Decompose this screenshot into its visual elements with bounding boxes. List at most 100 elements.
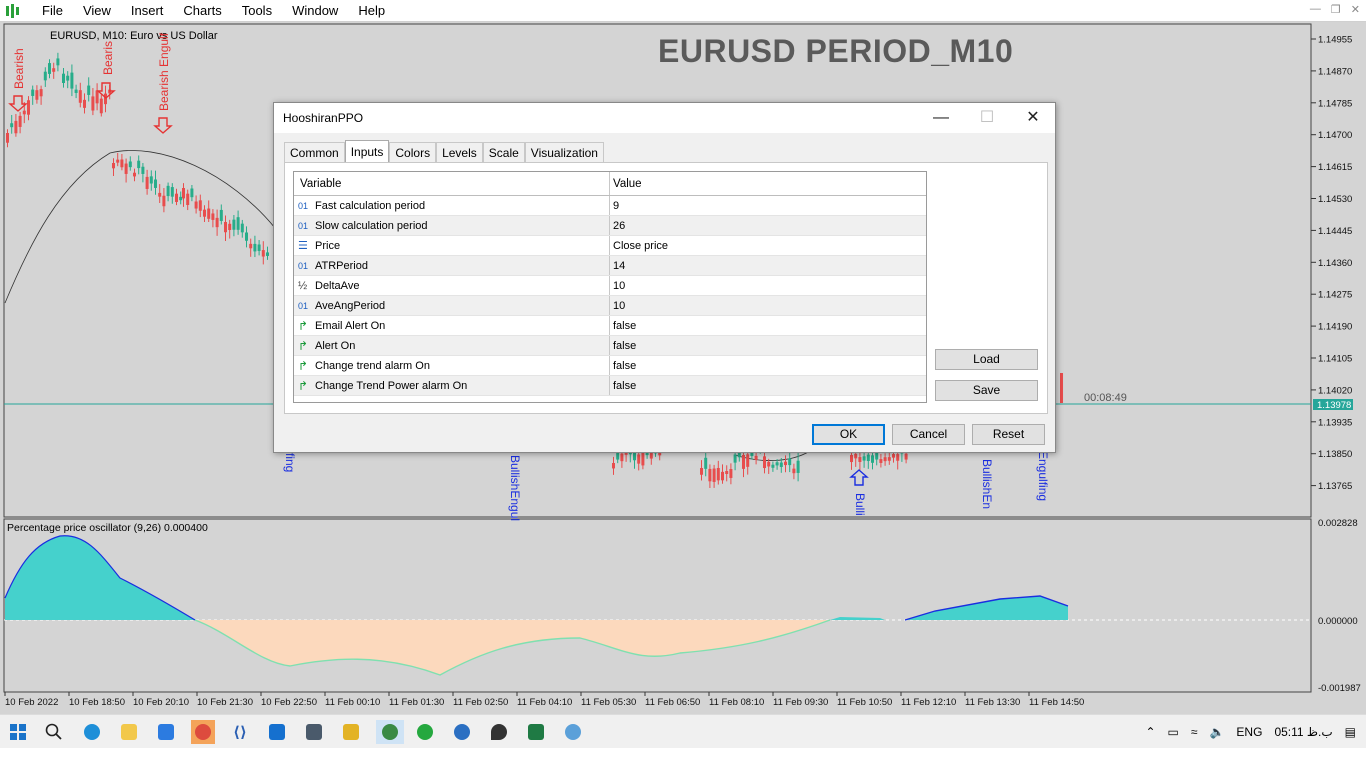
- child-window-controls: — ❐ ✕: [1310, 3, 1360, 16]
- candle: [175, 193, 178, 202]
- input-row[interactable]: ↱ Change Trend Power alarm On false: [294, 376, 926, 396]
- candle: [775, 462, 779, 466]
- tab-colors[interactable]: Colors: [389, 142, 437, 163]
- input-value-cell[interactable]: 14: [610, 256, 926, 275]
- input-row[interactable]: 01 ATRPeriod 14: [294, 256, 926, 276]
- chevron-up-icon[interactable]: ⌃: [1145, 725, 1155, 739]
- battery-icon[interactable]: ▭: [1168, 725, 1179, 739]
- search-icon[interactable]: [42, 720, 66, 744]
- input-value-cell[interactable]: 10: [610, 276, 926, 295]
- candle: [31, 89, 35, 96]
- candle: [116, 159, 120, 163]
- tab-scale[interactable]: Scale: [482, 142, 525, 163]
- candle: [190, 188, 194, 198]
- whatsapp-icon[interactable]: [413, 720, 437, 744]
- candle: [612, 463, 615, 469]
- wifi-icon[interactable]: ≈: [1191, 725, 1198, 739]
- double-icon: ½: [298, 280, 308, 292]
- tab-visualization[interactable]: Visualization: [524, 142, 604, 163]
- input-value-cell[interactable]: false: [610, 336, 926, 355]
- candle: [784, 461, 787, 466]
- restore-icon[interactable]: ❐: [1331, 3, 1341, 16]
- minimize-icon[interactable]: —: [924, 107, 958, 129]
- telegram-icon[interactable]: [450, 720, 474, 744]
- menu-file[interactable]: File: [32, 0, 73, 22]
- price-axis-label: 1.14955: [1318, 35, 1352, 46]
- menu-window[interactable]: Window: [282, 0, 348, 22]
- input-row[interactable]: ☰ Price Close price: [294, 236, 926, 256]
- input-value-cell[interactable]: Close price: [610, 236, 926, 255]
- input-value-cell[interactable]: false: [610, 376, 926, 395]
- candle: [228, 223, 232, 231]
- input-row[interactable]: ↱ Email Alert On false: [294, 316, 926, 336]
- minimize-icon[interactable]: —: [1310, 3, 1321, 16]
- input-row[interactable]: ½ DeltaAve 10: [294, 276, 926, 296]
- edge-browser-icon[interactable]: [80, 720, 104, 744]
- reset-button[interactable]: Reset: [972, 424, 1045, 445]
- candle: [35, 90, 39, 100]
- file-explorer-icon[interactable]: [117, 720, 141, 744]
- menu-tools[interactable]: Tools: [232, 0, 282, 22]
- int-icon: 01: [298, 261, 309, 271]
- windows-start-icon[interactable]: [6, 720, 30, 744]
- chrome-icon[interactable]: [191, 720, 215, 744]
- menu-charts[interactable]: Charts: [173, 0, 231, 22]
- candle: [232, 219, 236, 230]
- dialog-titlebar[interactable]: HooshiranPPO — ☐ ✕: [274, 103, 1055, 133]
- ppo-subwindow-frame: [3, 518, 1312, 693]
- input-value-cell[interactable]: 10: [610, 296, 926, 315]
- input-value-cell[interactable]: 26: [610, 216, 926, 235]
- input-row[interactable]: 01 Fast calculation period 9: [294, 196, 926, 216]
- excel-icon[interactable]: [524, 720, 548, 744]
- maps-icon[interactable]: [487, 720, 511, 744]
- input-row[interactable]: 01 AveAngPeriod 10: [294, 296, 926, 316]
- store-icon[interactable]: [154, 720, 178, 744]
- candle: [203, 209, 206, 217]
- calculator-icon[interactable]: [302, 720, 326, 744]
- close-icon[interactable]: ✕: [1016, 107, 1050, 129]
- candle: [166, 185, 170, 197]
- tab-inputs[interactable]: Inputs: [344, 140, 390, 163]
- input-variable-name: Fast calculation period: [315, 200, 426, 212]
- candle: [182, 188, 185, 199]
- volume-icon[interactable]: 🔈: [1209, 725, 1224, 739]
- input-row[interactable]: ↱ Change trend alarm On false: [294, 356, 926, 376]
- signal-bullish-engulfing: Engulfing: [1036, 451, 1050, 502]
- enum-icon: ☰: [298, 240, 308, 252]
- input-value-cell[interactable]: false: [610, 316, 926, 335]
- close-icon[interactable]: ✕: [1351, 3, 1360, 16]
- input-variable-cell: 01 AveAngPeriod: [294, 296, 610, 315]
- input-row[interactable]: ↱ Alert On false: [294, 336, 926, 356]
- language-indicator[interactable]: ENG: [1236, 725, 1262, 739]
- tab-levels[interactable]: Levels: [436, 142, 483, 163]
- candle: [124, 163, 128, 174]
- save-button[interactable]: Save: [935, 380, 1038, 401]
- archive-icon[interactable]: [339, 720, 363, 744]
- input-value-cell[interactable]: 9: [610, 196, 926, 215]
- col-value-header[interactable]: Value: [610, 172, 926, 195]
- menu-view[interactable]: View: [73, 0, 121, 22]
- tab-common[interactable]: Common: [284, 142, 345, 163]
- input-value-cell[interactable]: false: [610, 356, 926, 375]
- time-axis-label: 11 Feb 06:50: [645, 697, 700, 708]
- candle: [700, 468, 703, 475]
- input-row[interactable]: 01 Slow calculation period 26: [294, 216, 926, 236]
- cancel-button[interactable]: Cancel: [892, 424, 965, 445]
- candle: [708, 468, 712, 482]
- menu-help[interactable]: Help: [348, 0, 395, 22]
- menu-insert[interactable]: Insert: [121, 0, 174, 22]
- taskbar: ⟨⟩ ⌃ ▭ ≈ 🔈 ENG 05:11 ب.ظ ▤: [0, 714, 1366, 748]
- candle: [733, 454, 737, 463]
- paint-icon[interactable]: [561, 720, 585, 744]
- col-variable-header[interactable]: Variable: [294, 172, 610, 195]
- code-editor-icon[interactable]: ⟨⟩: [228, 720, 252, 744]
- candle: [788, 458, 792, 466]
- metatrader-icon[interactable]: [376, 720, 404, 744]
- candle: [729, 469, 733, 478]
- notifications-icon[interactable]: ▤: [1345, 725, 1356, 739]
- input-variable-cell: 01 ATRPeriod: [294, 256, 610, 275]
- ok-button[interactable]: OK: [812, 424, 885, 445]
- mail-icon[interactable]: [265, 720, 289, 744]
- load-button[interactable]: Load: [935, 349, 1038, 370]
- clock[interactable]: 05:11 ب.ظ: [1274, 725, 1332, 739]
